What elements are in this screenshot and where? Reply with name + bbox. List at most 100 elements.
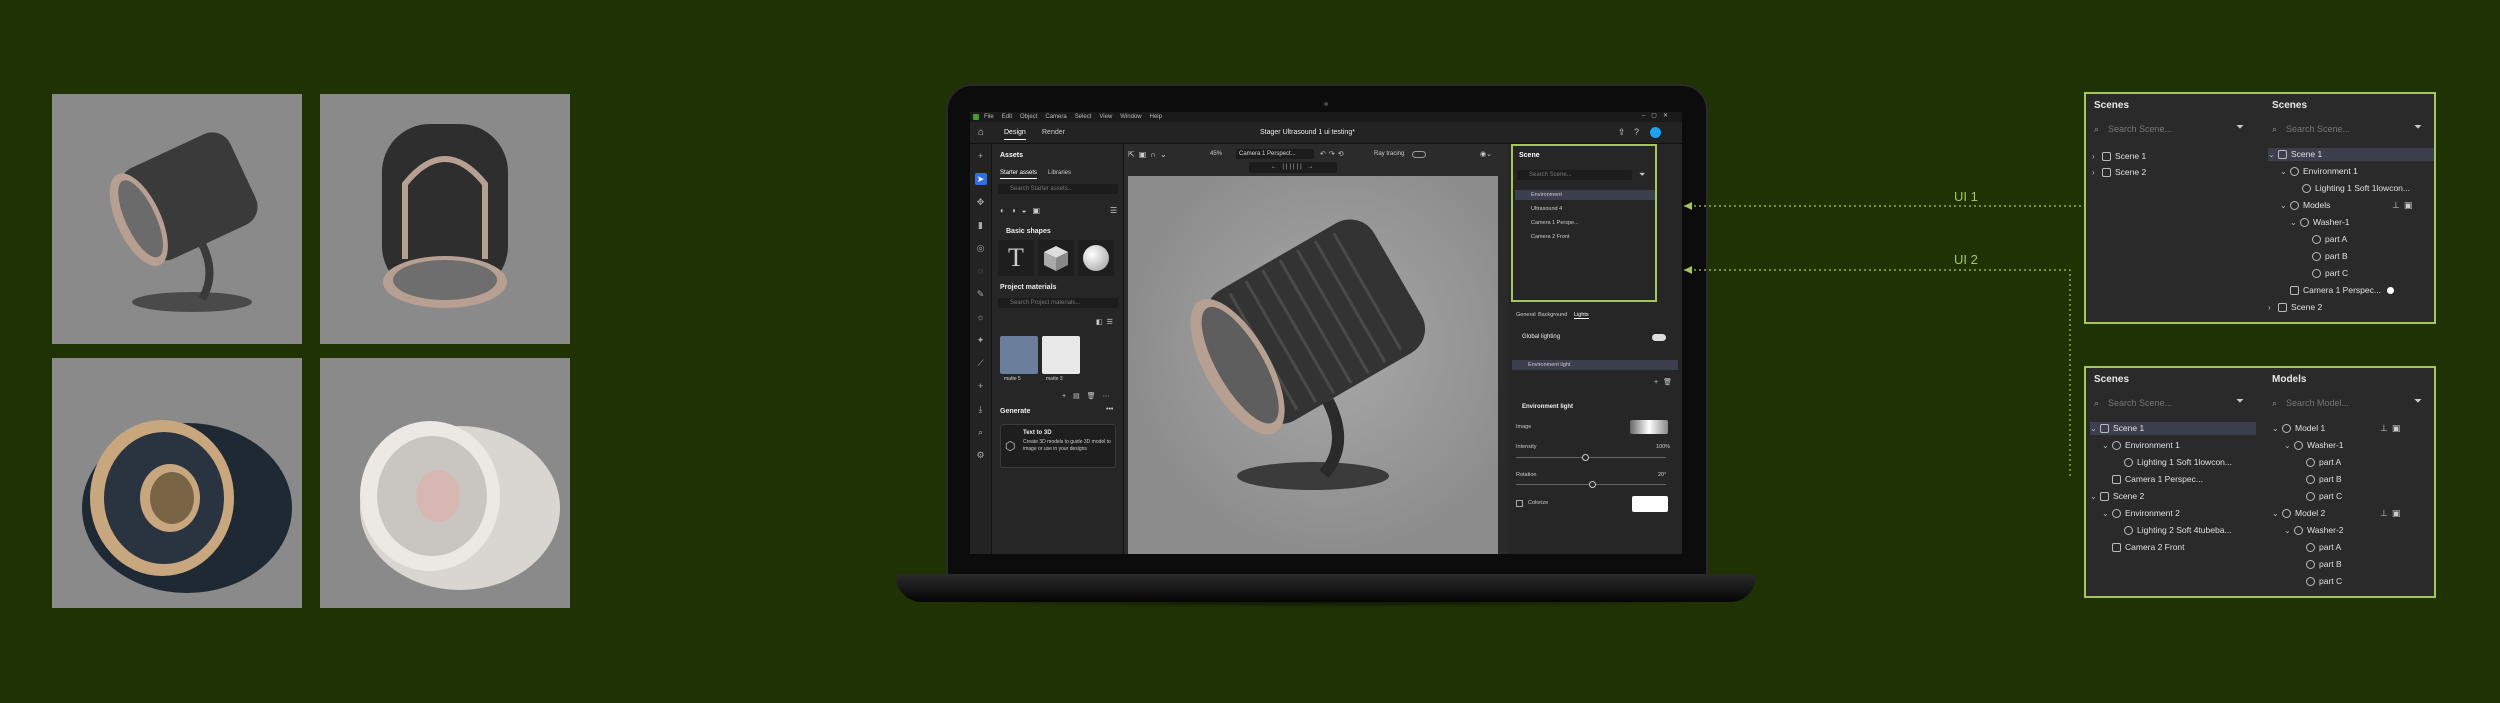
chevron-down-icon: ⌄ [2284, 441, 2291, 450]
chevron-down-icon: ⌄ [2284, 526, 2291, 535]
ui1-label: UI 1 [1954, 189, 1978, 204]
tree-item-label: part A [2319, 542, 2342, 552]
part-icon [2312, 252, 2321, 262]
ui2-left-search[interactable]: Search Scene... [2108, 396, 2172, 411]
tree-item-washer[interactable]: ⌄ Washer-2 [2284, 524, 2344, 537]
ui1-left-title: Scenes [2094, 100, 2130, 111]
tree-item-lighting[interactable]: Lighting 1 Soft 1lowcon... [2302, 182, 2410, 195]
tree-item-lighting[interactable]: Lighting 1 Soft 1lowcon... [2124, 456, 2232, 469]
chevron-down-icon: ⌄ [2290, 218, 2297, 227]
ui2-panel: Scenes Search Scene... ⌕ ⏷ ⌄ Scene 1 ⌄ Env… [2084, 366, 2436, 598]
tree-item-scene-1[interactable]: ⌄ Scene 1 [2268, 148, 2434, 161]
arrow-ui1 [1684, 202, 1692, 210]
tree-item-label: part C [2325, 268, 2349, 278]
tree-item-scene-2[interactable]: › Scene 2 [2268, 301, 2322, 314]
ui1-right-search-icon: ⌕ [2272, 124, 2278, 134]
ui2-right-search-icon: ⌕ [2272, 398, 2278, 408]
tree-item-part[interactable]: part B [2312, 250, 2348, 263]
camera-active-dot [2386, 287, 2394, 295]
models-icon [2290, 201, 2299, 211]
part-icon [2306, 543, 2315, 553]
chevron-right-icon: › [2092, 168, 2095, 177]
tree-item-washer[interactable]: ⌄ Washer-1 [2290, 216, 2350, 229]
scene-icon [2100, 492, 2109, 502]
part-icon [2306, 475, 2315, 485]
camera-icon [2112, 543, 2121, 553]
tree-item-part[interactable]: part C [2312, 267, 2348, 280]
tree-item-label: part C [2319, 576, 2343, 586]
tree-item-model-1[interactable]: ⌄ Model 1 [2272, 422, 2325, 435]
arrow-ui2 [1684, 266, 1692, 274]
tree-item-label: part C [2319, 491, 2343, 501]
tree-item-label: Washer-2 [2307, 525, 2344, 535]
light-icon [2124, 526, 2133, 536]
model-actions-icons[interactable]: ⊥▣ [2392, 200, 2416, 211]
part-icon [2312, 235, 2321, 245]
camera-icon [2290, 286, 2299, 296]
chevron-down-icon: ⌄ [2272, 509, 2279, 518]
tree-item-label: Scene 1 [2115, 151, 2147, 161]
tree-item-label: Lighting 1 Soft 1lowcon... [2137, 457, 2232, 467]
filter-icon[interactable]: ⏷ [2236, 396, 2244, 407]
tree-item-label: part B [2325, 251, 2348, 261]
tree-item-label: Camera 1 Perspec... [2125, 474, 2203, 484]
chevron-down-icon: ⌄ [2102, 509, 2109, 518]
scene-icon [2102, 152, 2111, 162]
tree-item-part[interactable]: part C [2306, 490, 2342, 503]
ui2-label: UI 2 [1954, 252, 1978, 267]
tree-item-label: part A [2319, 457, 2342, 467]
tree-item-washer[interactable]: ⌄ Washer-1 [2284, 439, 2344, 452]
ui2-right-title: Models [2272, 374, 2307, 385]
chevron-down-icon: ⌄ [2280, 201, 2287, 210]
part-icon [2300, 218, 2309, 228]
ui2-right-search[interactable]: Search Model... [2286, 396, 2349, 411]
tree-item-label: part A [2325, 234, 2348, 244]
ui1-right-search[interactable]: Search Scene... [2286, 122, 2350, 137]
scene-icon [2102, 168, 2111, 178]
part-icon [2294, 526, 2303, 536]
ui1-left-search[interactable]: Search Scene... [2108, 122, 2172, 137]
environment-icon [2290, 167, 2299, 177]
tree-item-camera[interactable]: Camera 1 Perspec... [2112, 473, 2203, 486]
tree-item-part[interactable]: part B [2306, 473, 2342, 486]
model-actions-icons[interactable]: ⊥▣ [2380, 508, 2404, 519]
tree-item-environment[interactable]: ⌄ Environment 2 [2102, 507, 2180, 520]
chevron-down-icon: ⌄ [2090, 424, 2097, 433]
tree-item-part[interactable]: part C [2306, 575, 2342, 588]
tree-item-camera[interactable]: Camera 2 Front [2112, 541, 2185, 554]
model-actions-icons[interactable]: ⊥▣ [2380, 423, 2404, 434]
tree-item-lighting[interactable]: Lighting 2 Soft 4tubeba... [2124, 524, 2232, 537]
chevron-down-icon: ⌄ [2280, 167, 2287, 176]
tree-item-part[interactable]: part A [2306, 456, 2341, 469]
chevron-right-icon: › [2268, 303, 2271, 312]
tree-item-label: Washer-1 [2313, 217, 2350, 227]
connector-ui2 [1684, 269, 2071, 478]
tree-item-camera[interactable]: Camera 1 Perspec... [2290, 284, 2394, 297]
scene-icon [2100, 424, 2109, 434]
tree-item-label: Environment 1 [2125, 440, 2180, 450]
tree-item-environment[interactable]: ⌄ Environment 1 [2102, 439, 2180, 452]
chevron-down-icon: ⌄ [2272, 424, 2279, 433]
scene-icon [2278, 150, 2287, 160]
tree-item-models[interactable]: ⌄ Models [2280, 199, 2330, 212]
filter-icon[interactable]: ⏷ [2414, 396, 2422, 407]
filter-icon[interactable]: ⏷ [2236, 122, 2244, 133]
tree-item-part[interactable]: part A [2312, 233, 2347, 246]
filter-icon[interactable]: ⏷ [2414, 122, 2422, 133]
tree-item-scene-2[interactable]: › Scene 2 [2092, 166, 2146, 179]
tree-item-environment[interactable]: ⌄ Environment 1 [2280, 165, 2358, 178]
model-icon [2282, 424, 2291, 434]
tree-item-part[interactable]: part A [2306, 541, 2341, 554]
tree-item-label: Scene 1 [2113, 423, 2145, 433]
tree-item-scene-1[interactable]: › Scene 1 [2092, 150, 2146, 163]
tree-item-part[interactable]: part B [2306, 558, 2342, 571]
tree-item-model-2[interactable]: ⌄ Model 2 [2272, 507, 2325, 520]
part-icon [2306, 492, 2315, 502]
ui2-left-search-icon: ⌕ [2094, 398, 2100, 408]
tree-item-scene-2[interactable]: ⌄ Scene 2 [2090, 490, 2144, 503]
chevron-down-icon: ⌄ [2268, 150, 2275, 159]
tree-item-scene-1[interactable]: ⌄ Scene 1 [2090, 422, 2256, 435]
part-icon [2306, 458, 2315, 468]
chevron-down-icon: ⌄ [2090, 492, 2097, 501]
light-icon [2302, 184, 2311, 194]
